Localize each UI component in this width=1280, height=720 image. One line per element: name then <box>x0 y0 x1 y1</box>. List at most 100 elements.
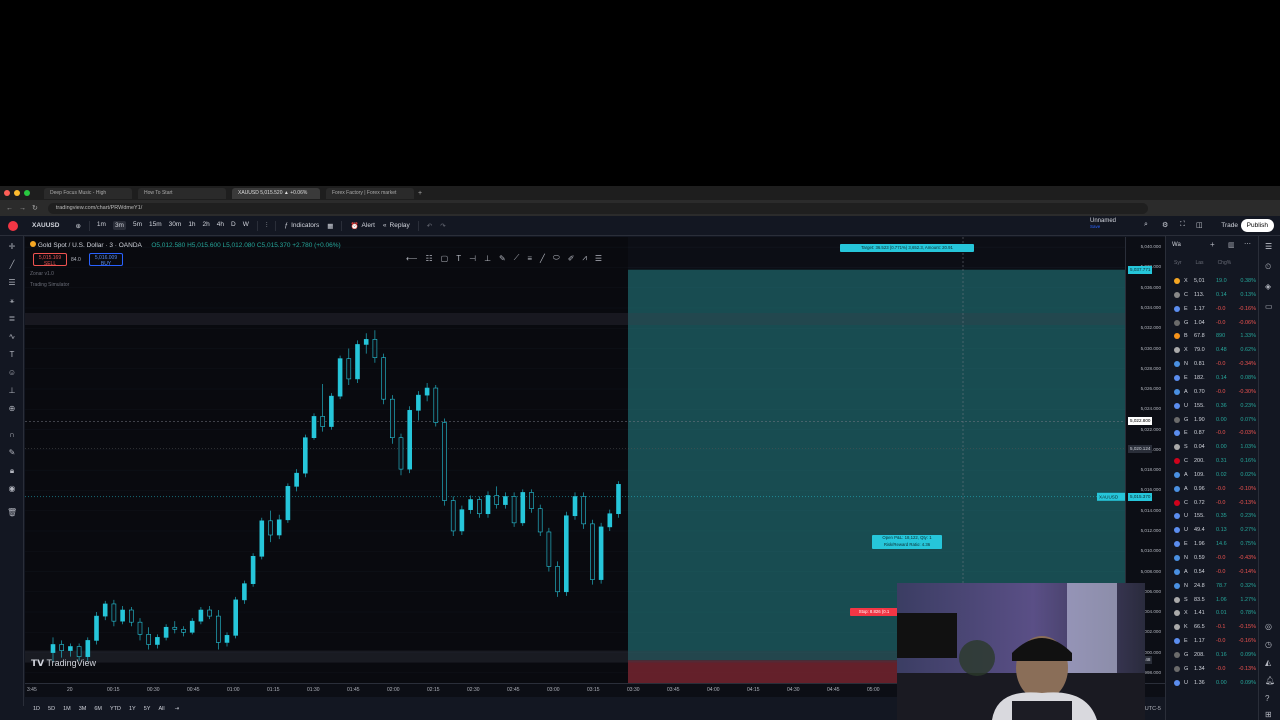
watchlist-row[interactable]: E 0.87 -0.0 -0.03% <box>1166 426 1259 440</box>
watchlist-row[interactable]: U 49.4 0.13 0.27% <box>1166 523 1259 537</box>
range-5Y[interactable]: 5Y <box>144 706 151 712</box>
replay-icon[interactable]: « <box>383 222 387 229</box>
watchlist-header[interactable]: Las <box>1196 260 1204 270</box>
utc-label[interactable]: UTC-5 <box>1145 706 1161 712</box>
alert-icon[interactable]: ⏰ <box>350 222 358 230</box>
indicators-button[interactable]: Indicators <box>291 222 319 229</box>
interval-W[interactable]: W <box>243 221 249 230</box>
zigzag-icon[interactable]: ⩘ <box>582 253 587 263</box>
position-center-label[interactable]: Open P&L: 18,122, Qty: 1 Risk/Reward Rat… <box>872 535 942 549</box>
target-icon[interactable]: ◎ <box>1265 622 1272 631</box>
watchlist-row[interactable]: E 1.17 -0.0 -0.16% <box>1166 634 1259 648</box>
publish-button[interactable]: Publish <box>1240 219 1274 232</box>
watchlist-title[interactable]: Wa <box>1172 242 1181 248</box>
chat-icon[interactable]: ▭ <box>1265 302 1273 311</box>
target-label[interactable]: Target: 36.523 (0.771%) 3,652.3, Amount:… <box>840 244 974 252</box>
watchlist-row[interactable]: K 66.5 -0.1 -0.15% <box>1166 620 1259 634</box>
watchlist-row[interactable]: A 0.70 -0.0 -0.30% <box>1166 385 1259 399</box>
url-input[interactable]: tradingview.com/chart/PRWdmeY1/ <box>47 202 1148 214</box>
range-1M[interactable]: 1M <box>63 706 71 712</box>
watchlist-more-icon[interactable]: ⋯ <box>1244 240 1251 248</box>
add-symbol-icon[interactable]: + <box>1210 240 1215 249</box>
tradingview-logo-icon[interactable] <box>8 220 18 231</box>
watchlist-row[interactable]: X 1.41 0.01 0.78% <box>1166 606 1259 620</box>
browser-tab[interactable]: Deep Focus Music - High <box>44 187 132 199</box>
trendline-icon[interactable]: ╱ <box>7 260 17 270</box>
pen-icon[interactable]: ✐ <box>568 254 575 263</box>
indicator-sim[interactable]: Trading Simulator <box>30 282 69 288</box>
watchlist-row[interactable]: S 0.04 0.00 1.03% <box>1166 440 1259 454</box>
compare-icon[interactable]: ⊕ <box>75 222 80 230</box>
watchlist-header[interactable]: Chg% <box>1218 260 1232 270</box>
watchlist-row[interactable]: G 1.04 -0.0 -0.06% <box>1166 316 1259 330</box>
goto-date-icon[interactable]: ⇥ <box>175 706 180 712</box>
watchlist-row[interactable]: U 155. 0.36 0.23% <box>1166 399 1259 413</box>
stop-label[interactable]: Stop: 8.826 (0.1 <box>850 608 898 616</box>
lock-icon[interactable]: 🔒︎ <box>7 466 17 476</box>
alert-button[interactable]: Alert <box>362 222 375 229</box>
shape-icon[interactable]: ⬭ <box>553 253 560 263</box>
buy-button[interactable]: 5,016.009 BUY <box>89 253 123 267</box>
brush-icon[interactable]: ✎ <box>499 254 506 263</box>
apps-icon[interactable]: ⊞ <box>1265 710 1272 719</box>
levels-tool-icon[interactable]: ☷ <box>425 254 432 263</box>
fullscreen-icon[interactable]: ⛶ <box>1180 221 1185 229</box>
range-1D[interactable]: 1D <box>33 706 40 712</box>
text-tool-icon[interactable]: T <box>7 350 17 360</box>
reload-icon[interactable]: ↻ <box>32 204 38 212</box>
range-YTD[interactable]: YTD <box>110 706 121 712</box>
clock-icon[interactable]: ◷ <box>1265 640 1272 649</box>
browser-tab[interactable]: Forex Factory | Forex market <box>326 187 414 199</box>
indicator-zonar[interactable]: Zonar v1.0 <box>30 271 54 277</box>
interval-30m[interactable]: 30m <box>169 221 182 230</box>
layers-icon[interactable]: ◈ <box>1265 282 1271 291</box>
settings-icon[interactable]: ⚙ <box>1162 221 1168 229</box>
sell-button[interactable]: 5,015.169 SELL <box>33 253 67 267</box>
trade-button[interactable]: Trade <box>1221 222 1238 229</box>
watchlist-row[interactable]: N 24.8 78.7 0.32% <box>1166 579 1259 593</box>
watchlist-row[interactable]: G 208. 0.16 0.09% <box>1166 648 1259 662</box>
watchlist-row[interactable]: C 200. 0.31 0.16% <box>1166 454 1259 468</box>
watchlist-row[interactable]: A 0.96 -0.0 -0.10% <box>1166 482 1259 496</box>
alerts-icon[interactable]: ⏲ <box>1265 262 1271 272</box>
help-icon[interactable]: ? <box>1265 694 1269 703</box>
fib-icon[interactable]: ≡ <box>527 254 532 263</box>
snapshot-icon[interactable]: ◫ <box>1196 221 1203 229</box>
vline-icon[interactable]: ⊥ <box>484 254 491 263</box>
text-icon[interactable]: T <box>456 254 461 263</box>
redo-icon[interactable]: ↷ <box>440 222 445 230</box>
interval-2h[interactable]: 2h <box>203 221 210 230</box>
browser-tab[interactable]: XAUUSD 5,015.520 ▲ +0.06% <box>232 187 320 199</box>
ruler-icon[interactable]: ⊥ <box>7 386 17 396</box>
minimize-window-button[interactable] <box>14 190 20 196</box>
forward-icon[interactable]: → <box>19 205 26 212</box>
range-5D[interactable]: 5D <box>48 706 55 712</box>
zoom-icon[interactable]: ⊕ <box>7 404 17 414</box>
watchlist-row[interactable]: N 0.81 -0.0 -0.34% <box>1166 357 1259 371</box>
new-tab-button[interactable]: + <box>418 190 422 197</box>
watchlist-header[interactable]: Syr <box>1174 260 1182 270</box>
magnet-icon[interactable]: ∩ <box>7 430 17 440</box>
symbol-search[interactable]: XAUUSD <box>32 222 59 229</box>
watchlist-row[interactable]: N 0.59 -0.0 -0.43% <box>1166 551 1259 565</box>
pencil-lock-icon[interactable]: ✎ <box>7 448 17 458</box>
watchlist-row[interactable]: U 155. 0.35 0.23% <box>1166 509 1259 523</box>
interval-1m[interactable]: 1m <box>97 221 106 230</box>
watchlist-row[interactable]: X 79.0 0.48 0.62% <box>1166 343 1259 357</box>
watchlist-row[interactable]: G 1.34 -0.0 -0.13% <box>1166 662 1259 676</box>
crosshair-icon[interactable]: ✛ <box>7 242 17 252</box>
watchlist-row[interactable]: X 5,01 19.0 0.38% <box>1166 274 1259 288</box>
range-6M[interactable]: 6M <box>94 706 102 712</box>
chart-type-icon[interactable]: ⫶ <box>266 222 268 230</box>
line-icon[interactable]: ╱ <box>540 254 545 263</box>
watchlist-row[interactable]: B 67.8 890 1.33% <box>1166 329 1259 343</box>
watchlist-row[interactable]: E 1.96 14.6 0.75% <box>1166 537 1259 551</box>
back-icon[interactable]: ← <box>6 205 13 212</box>
interval-D[interactable]: D <box>231 221 236 230</box>
templates-icon[interactable]: ▦ <box>327 222 333 230</box>
interval-4h[interactable]: 4h <box>217 221 224 230</box>
trash-icon[interactable]: 🗑︎ <box>7 508 17 518</box>
watchlist-row[interactable]: G 1.90 0.00 0.07% <box>1166 413 1259 427</box>
emoji-icon[interactable]: ☺ <box>7 368 17 378</box>
watchlist-row[interactable]: E 1.17 -0.0 -0.16% <box>1166 302 1259 316</box>
